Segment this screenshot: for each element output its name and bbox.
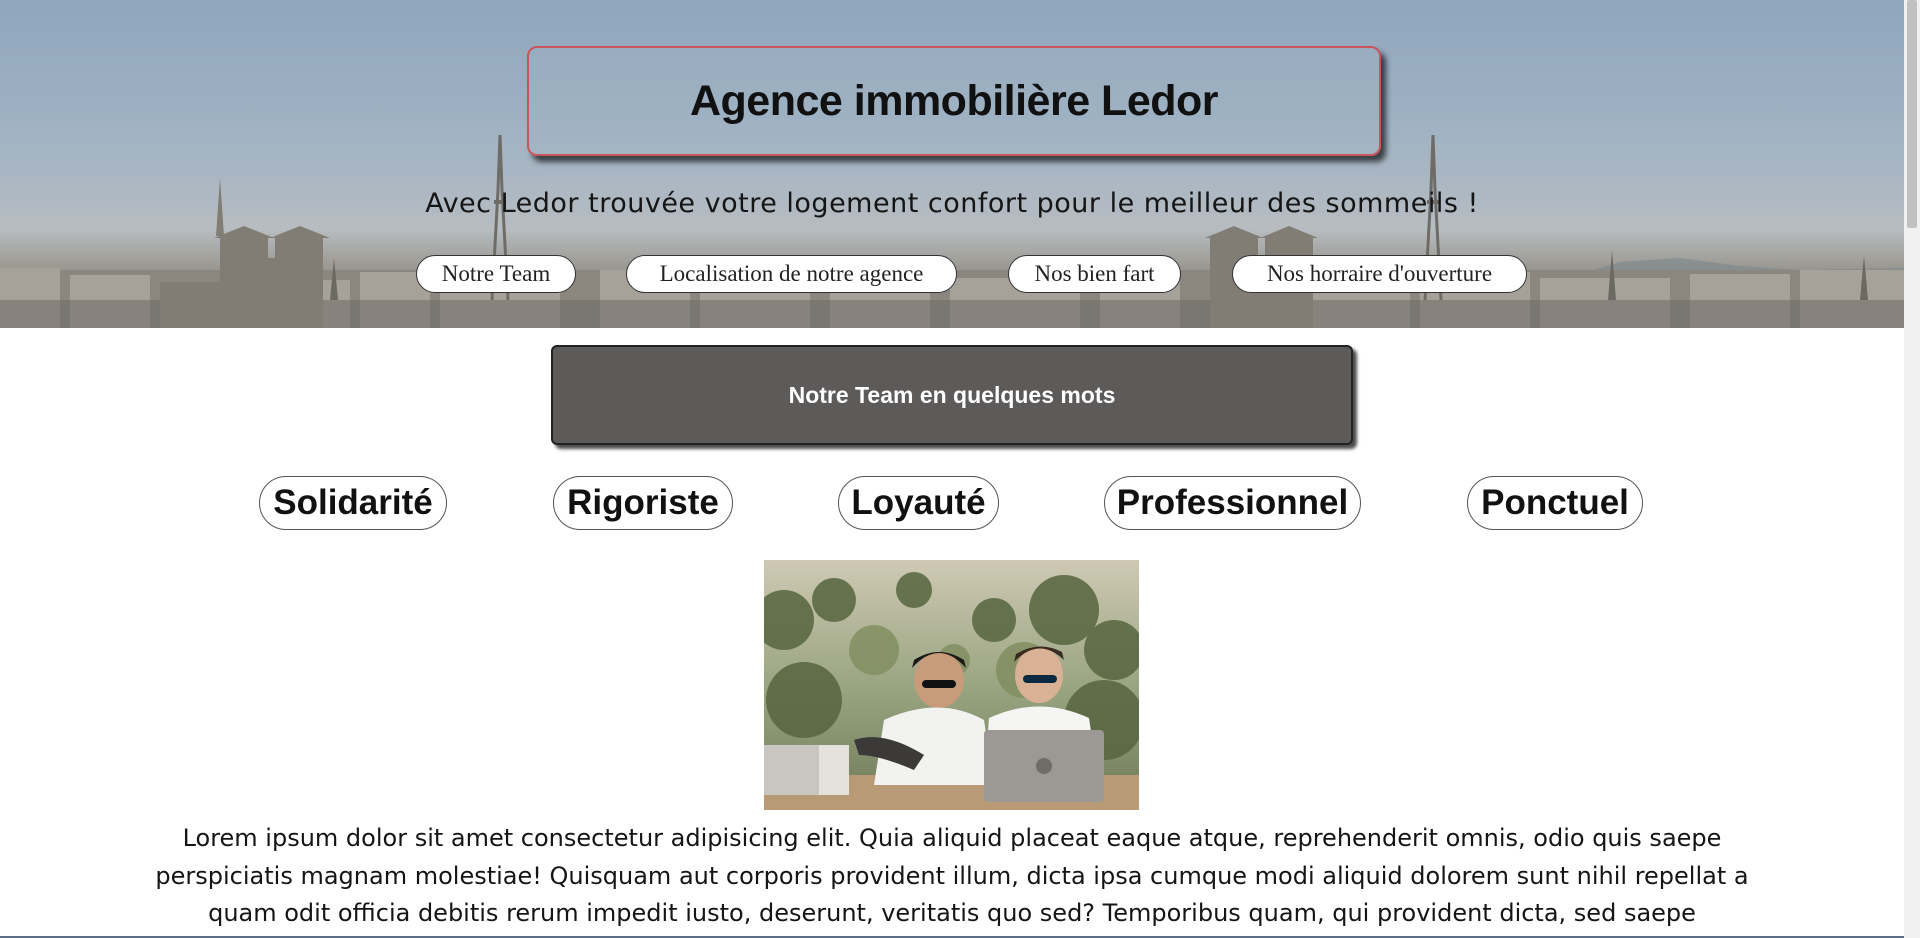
site-title-box: Agence immobilière Ledor <box>527 46 1381 156</box>
value-pill-solidarite: Solidarité <box>259 476 447 530</box>
team-heading-box: Notre Team en quelques mots <box>551 345 1353 445</box>
page: Agence immobilière Ledor Avec Ledor trou… <box>0 0 1904 938</box>
site-title: Agence immobilière Ledor <box>689 76 1219 125</box>
hero-header: Agence immobilière Ledor Avec Ledor trou… <box>0 0 1904 328</box>
nav-item-notre-team[interactable]: Notre Team <box>416 255 576 293</box>
value-pill-professionnel: Professionnel <box>1104 476 1361 530</box>
nav-item-nos-bien[interactable]: Nos bien fart <box>1008 255 1181 293</box>
nav-item-horaires[interactable]: Nos horraire d'ouverture <box>1232 255 1527 293</box>
vertical-scrollbar[interactable] <box>1904 0 1920 938</box>
main-nav: Notre Team Localisation de notre agence … <box>0 255 1904 295</box>
value-pill-ponctuel: Ponctuel <box>1467 476 1643 530</box>
team-photo-image <box>764 560 1139 810</box>
team-heading: Notre Team en quelques mots <box>788 381 1116 408</box>
team-photo <box>764 560 1139 810</box>
nav-item-localisation[interactable]: Localisation de notre agence <box>626 255 957 293</box>
scrollbar-thumb[interactable] <box>1907 0 1917 228</box>
value-pill-rigoriste: Rigoriste <box>553 476 733 530</box>
team-description: Lorem ipsum dolor sit amet consectetur a… <box>155 824 1749 927</box>
value-pill-loyaute: Loyauté <box>838 476 999 530</box>
tagline: Avec Ledor trouvée votre logement confor… <box>425 188 1479 219</box>
